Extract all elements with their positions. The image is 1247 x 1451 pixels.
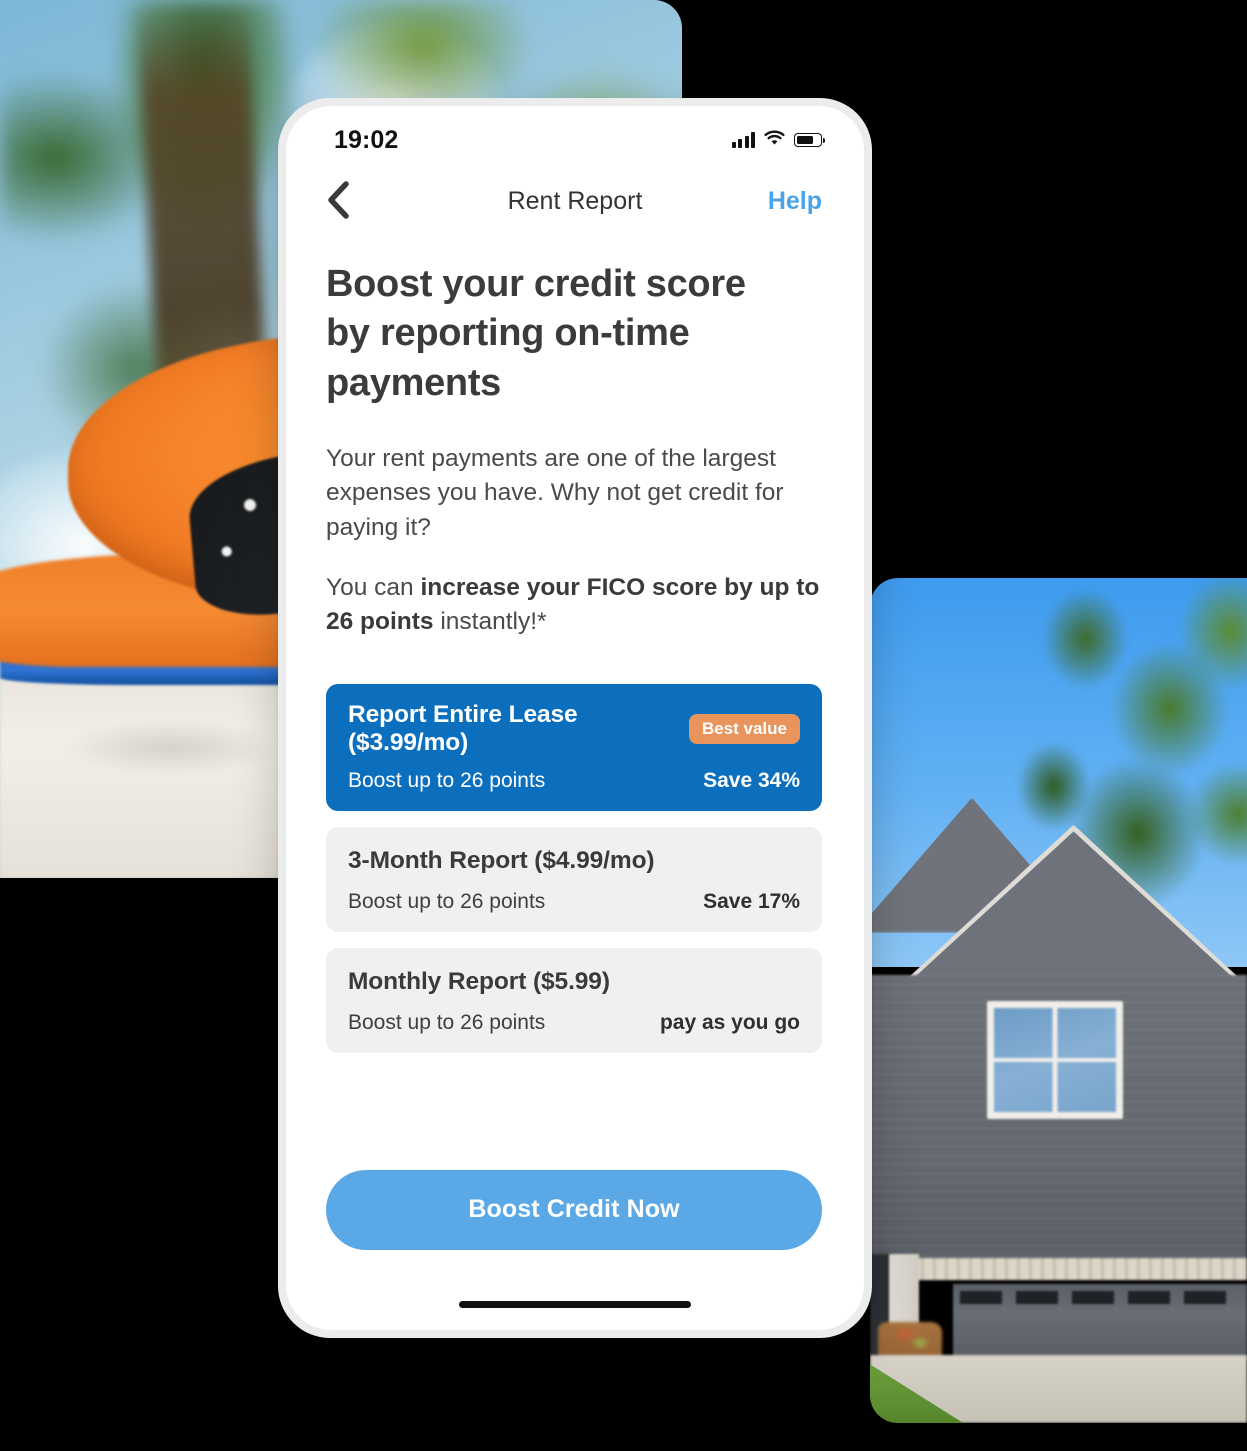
plan-footer: Boost up to 26 points Save 17% [348, 890, 800, 914]
plan-subtitle: Boost up to 26 points [348, 768, 546, 792]
fico-paragraph-suffix: instantly!* [433, 608, 547, 636]
status-bar: 19:02 [286, 106, 864, 164]
headline: Boost your credit score by reporting on-… [326, 263, 746, 404]
home-indicator[interactable] [459, 1300, 691, 1308]
status-bar-icons [731, 130, 825, 151]
battery-icon [794, 133, 825, 147]
plan-footer: Boost up to 26 points pay as you go [348, 1011, 800, 1035]
status-bar-time: 19:02 [334, 125, 399, 154]
plan-savings-note: Save 17% [703, 889, 800, 913]
navigation-bar: Rent Report Help [286, 164, 864, 238]
plan-option-monthly[interactable]: Monthly Report ($5.99) Boost up to 26 po… [326, 947, 822, 1053]
boost-credit-now-button[interactable]: Boost Credit Now [326, 1170, 822, 1250]
plan-subtitle: Boost up to 26 points [348, 889, 546, 913]
help-link[interactable]: Help [768, 187, 822, 216]
cta-container: Boost Credit Now [326, 1170, 822, 1278]
background-photo-house [870, 578, 1247, 1423]
intro-paragraph: Your rent payments are one of the larges… [326, 445, 784, 541]
composition-stage: 19:02 Rent Report Help Boost your credit… [0, 0, 1247, 1451]
plan-title: Monthly Report ($5.99) [348, 967, 610, 995]
house-window [986, 1000, 1123, 1119]
plan-header: Report Entire Lease ($3.99/mo) Best valu… [348, 701, 800, 757]
plan-header: 3-Month Report ($4.99/mo) [348, 844, 800, 878]
chevron-left-icon [326, 180, 350, 223]
fico-paragraph: You can increase your FICO score by up t… [326, 571, 822, 640]
plan-option-entire-lease[interactable]: Report Entire Lease ($3.99/mo) Best valu… [326, 683, 822, 811]
fico-paragraph-prefix: You can [326, 574, 421, 602]
plan-header: Monthly Report ($5.99) [348, 965, 800, 999]
garage-door-windows [960, 1291, 1240, 1304]
plan-title: Report Entire Lease ($3.99/mo) [348, 700, 578, 756]
plan-option-three-month[interactable]: 3-Month Report ($4.99/mo) Boost up to 26… [326, 826, 822, 932]
plan-title: 3-Month Report ($4.99/mo) [348, 846, 655, 874]
best-value-badge: Best value [688, 713, 800, 744]
plan-option-list: Report Entire Lease ($3.99/mo) Best valu… [326, 683, 822, 1053]
back-button[interactable] [326, 180, 368, 222]
cellular-signal-icon [731, 132, 755, 148]
plan-savings-note: pay as you go [659, 1010, 800, 1034]
plan-footer: Boost up to 26 points Save 34% [348, 769, 800, 793]
plan-savings-note: Save 34% [703, 768, 800, 792]
house-stone-band [900, 1258, 1247, 1281]
phone-screen: 19:02 Rent Report Help Boost your credit… [286, 106, 864, 1330]
home-indicator-area [286, 1278, 864, 1330]
wifi-icon [764, 130, 785, 151]
phone-mockup: 19:02 Rent Report Help Boost your credit… [278, 98, 872, 1338]
main-content: Boost your credit score by reporting on-… [286, 238, 864, 1278]
plan-subtitle: Boost up to 26 points [348, 1010, 546, 1034]
